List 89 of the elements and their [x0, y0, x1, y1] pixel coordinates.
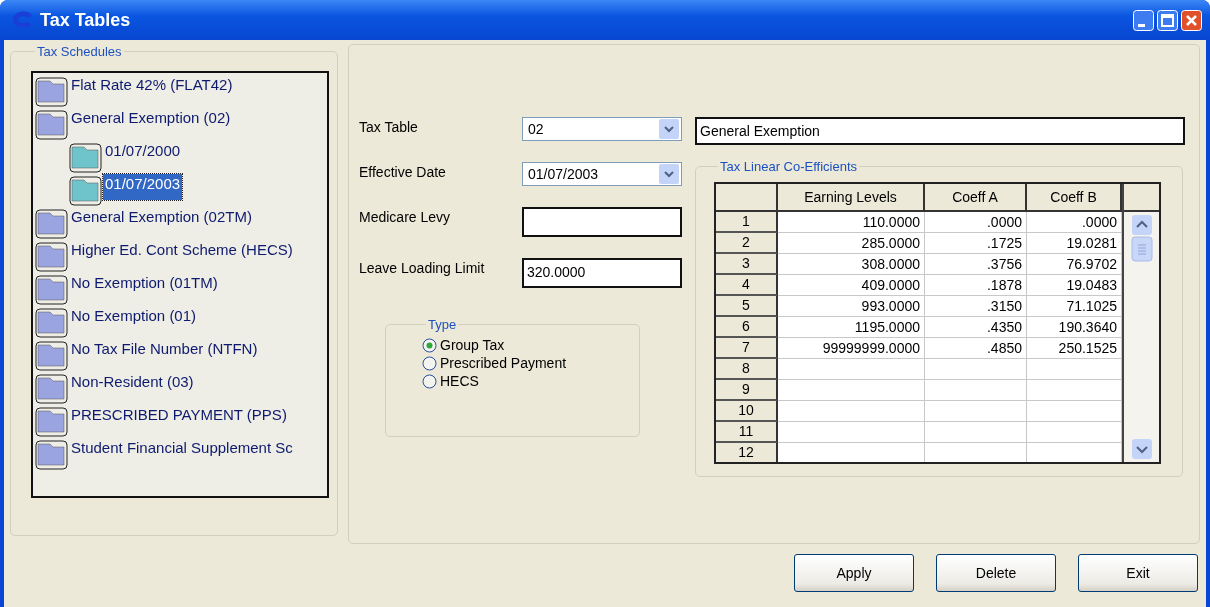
field-label: Effective Date	[359, 163, 447, 180]
table-cell: .3150	[925, 296, 1027, 317]
action-button[interactable]: Exit	[1078, 554, 1198, 592]
folder-icon	[35, 76, 68, 107]
folder-icon	[35, 439, 68, 470]
table-cell: 19.0281	[1027, 233, 1122, 254]
tree-item[interactable]: General Exemption (02)	[69, 108, 233, 127]
row-header[interactable]: 10	[716, 401, 778, 422]
column-header[interactable]: Coeff A	[925, 184, 1027, 210]
folder-icon	[69, 142, 102, 173]
radio-label[interactable]: HECS	[440, 373, 479, 389]
row-header[interactable]: 7	[716, 338, 778, 359]
close-icon[interactable]	[1181, 9, 1202, 31]
row-header[interactable]: 5	[716, 296, 778, 317]
table-cell: 76.9702	[1027, 254, 1122, 275]
scroll-up-icon[interactable]	[1130, 214, 1153, 236]
table-cell: 993.0000	[778, 296, 925, 317]
group-title: Tax Linear Co-Efficients	[719, 159, 859, 174]
table-cell: 1195.0000	[778, 317, 925, 338]
radio-label[interactable]: Group Tax	[440, 337, 505, 353]
radio-button[interactable]	[422, 373, 437, 389]
table-cell: 250.1525	[1027, 338, 1122, 359]
maximize-icon[interactable]	[1157, 9, 1178, 31]
field-label: Tax Table	[359, 118, 419, 135]
tree-item[interactable]: No Exemption (01TM)	[69, 273, 220, 292]
table-cell: .4350	[925, 317, 1027, 338]
row-header[interactable]: 3	[716, 254, 778, 275]
row-header[interactable]: 12	[716, 443, 778, 462]
action-button[interactable]: Delete	[936, 554, 1056, 592]
table-cell: 190.3640	[1027, 317, 1122, 338]
row-header[interactable]: 11	[716, 422, 778, 443]
table-cell: 19.0483	[1027, 275, 1122, 296]
tree-item[interactable]: No Exemption (01)	[69, 306, 199, 325]
radio-button[interactable]	[422, 355, 437, 371]
table-cell: 285.0000	[778, 233, 925, 254]
tax-table-dropdown[interactable]: 02	[522, 117, 682, 141]
row-header[interactable]: 8	[716, 359, 778, 380]
scroll-thumb-icon[interactable]	[1130, 236, 1153, 262]
table-cell: .0000	[925, 212, 1027, 233]
field-label: Leave Loading Limit	[359, 259, 486, 276]
tree-item[interactable]: Non-Resident (03)	[69, 372, 196, 391]
folder-icon	[35, 340, 68, 371]
action-button[interactable]: Apply	[794, 554, 914, 592]
field-label: Medicare Levy	[359, 208, 452, 225]
folder-icon	[69, 175, 102, 206]
table-cell: .4850	[925, 338, 1027, 359]
row-header[interactable]: 1	[716, 212, 778, 233]
tree-item[interactable]: General Exemption (02TM)	[69, 207, 254, 226]
folder-icon	[35, 406, 68, 437]
app-icon	[12, 11, 34, 29]
column-header[interactable]: Earning Levels	[778, 184, 925, 210]
table-cell: .0000	[1027, 212, 1122, 233]
row-header[interactable]: 9	[716, 380, 778, 401]
scrollbar[interactable]	[1124, 212, 1159, 462]
table-cell: 110.0000	[778, 212, 925, 233]
tree-item[interactable]: 01/07/2003	[103, 174, 183, 200]
table-cell: 308.0000	[778, 254, 925, 275]
tree-item[interactable]: 01/07/2000	[103, 141, 183, 160]
folder-icon	[35, 109, 68, 140]
folder-icon	[35, 373, 68, 404]
table-cell: 99999999.0000	[778, 338, 925, 359]
group-title: Tax Schedules	[36, 44, 123, 59]
tree-item[interactable]: No Tax File Number (NTFN)	[69, 339, 260, 358]
tree-item[interactable]: PRESCRIBED PAYMENT (PPS)	[69, 405, 289, 424]
radio-button[interactable]	[422, 337, 437, 353]
window-title: Tax Tables	[40, 9, 132, 31]
folder-icon	[35, 241, 68, 272]
table-cell: 71.1025	[1027, 296, 1122, 317]
radio-label[interactable]: Prescribed Payment	[440, 355, 567, 371]
row-header[interactable]: 2	[716, 233, 778, 254]
table-cell: 409.0000	[778, 275, 925, 296]
folder-icon	[35, 208, 68, 239]
table-cell: .1878	[925, 275, 1027, 296]
row-header[interactable]: 4	[716, 275, 778, 296]
table-cell: .1725	[925, 233, 1027, 254]
row-header[interactable]: 6	[716, 317, 778, 338]
scroll-down-icon[interactable]	[1130, 438, 1153, 460]
folder-icon	[35, 274, 68, 305]
leave-loading-limit-field[interactable]: 320.0000	[522, 258, 682, 288]
tree-item[interactable]: Higher Ed. Cont Scheme (HECS)	[69, 240, 295, 259]
effective-date-dropdown[interactable]: 01/07/2003	[522, 162, 682, 186]
tree-item[interactable]: Flat Rate 42% (FLAT42)	[69, 75, 235, 94]
folder-icon	[35, 307, 68, 338]
description-field[interactable]: General Exemption	[695, 117, 1185, 145]
minimize-icon[interactable]	[1133, 9, 1154, 31]
tree-item[interactable]: Student Financial Supplement Sc	[69, 438, 295, 457]
column-header[interactable]: Coeff B	[1027, 184, 1122, 210]
group-title: Type	[427, 317, 458, 332]
table-cell: .3756	[925, 254, 1027, 275]
